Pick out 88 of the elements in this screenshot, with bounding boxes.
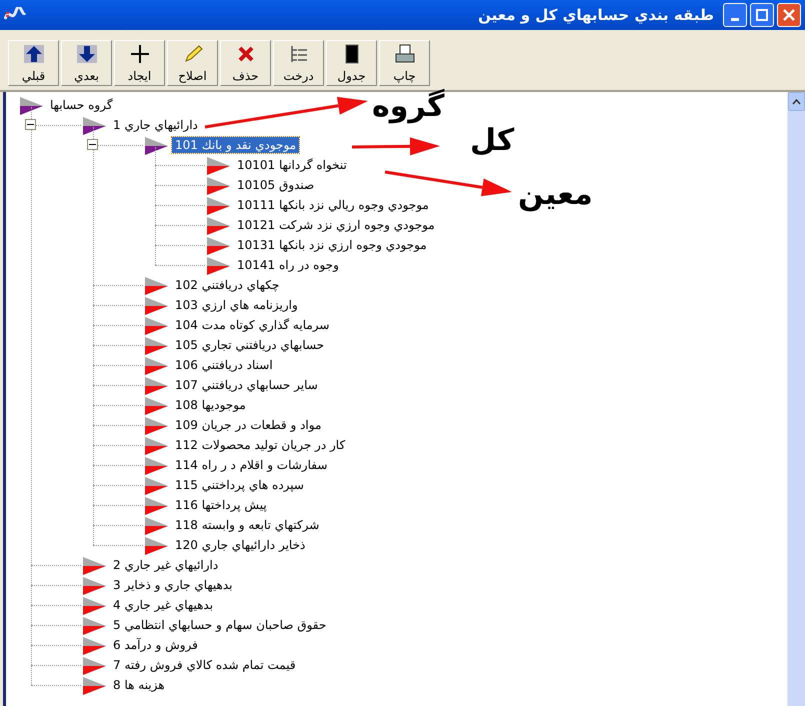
caret-up-icon — [792, 98, 801, 104]
flag-icon — [18, 95, 44, 115]
toolbar-button[interactable]: بعدي — [61, 40, 112, 86]
flag-icon — [81, 635, 107, 655]
flag-icon — [81, 655, 107, 675]
tree-item[interactable]: موجودي نقد و بانك 101 — [172, 137, 300, 153]
flag-icon — [205, 255, 231, 275]
tree-item[interactable]: مواد و قطعات در جريان 109 — [172, 417, 324, 433]
tree-item[interactable]: حسابهاي دريافتني تجاري 105 — [172, 337, 328, 353]
flag-icon — [81, 595, 107, 615]
flag-icon — [81, 115, 107, 135]
plus-icon — [128, 44, 150, 64]
flag-icon — [205, 195, 231, 215]
tree-item[interactable]: گروه حسابها — [47, 97, 116, 113]
tree-item[interactable]: چكهاي دريافتني 102 — [172, 277, 282, 293]
collapse-toggle[interactable] — [25, 119, 36, 130]
flag-icon — [143, 395, 169, 415]
toolbar-button[interactable]: جدول — [326, 40, 377, 86]
maximize-icon — [756, 9, 768, 21]
toolbar-button[interactable]: درخت — [273, 40, 324, 86]
tree-item[interactable]: قيمت تمام شده كالاي فروش رفته 7 — [110, 657, 299, 673]
tree-item[interactable]: دارائيهاي غير جاري 2 — [110, 557, 222, 573]
tree-item[interactable]: اسناد دريافتني 106 — [172, 357, 276, 373]
toolbar-button[interactable]: حذف — [220, 40, 271, 86]
flag-icon — [143, 455, 169, 475]
scroll-up-button[interactable] — [788, 92, 805, 111]
flag-icon — [143, 415, 169, 435]
flag-icon — [205, 235, 231, 255]
toolbar-button[interactable]: اصلاح — [167, 40, 218, 86]
flag-icon — [81, 575, 107, 595]
window-title: طبقه بندي حسابهاي كل و معين — [478, 6, 715, 24]
flag-icon — [143, 375, 169, 395]
flag-icon — [205, 215, 231, 235]
maximize-button[interactable] — [750, 3, 774, 27]
close-button[interactable] — [777, 3, 801, 27]
tree-item[interactable]: سفارشات و اقلام د ر راه 114 — [172, 457, 330, 473]
flag-icon — [143, 495, 169, 515]
tree-item[interactable]: موجودي وجوه ريالي نزد بانكها 10111 — [234, 197, 432, 213]
tree-item[interactable]: شركتهاي تابعه و وابسته 118 — [172, 517, 322, 533]
toolbar-button[interactable]: قبلي — [8, 40, 59, 86]
tree-item[interactable]: موجوديها 108 — [172, 397, 249, 413]
flag-icon — [143, 275, 169, 295]
flag-icon — [205, 155, 231, 175]
flag-icon — [143, 355, 169, 375]
tree-item[interactable]: بدهيهاي جاري و ذخاير 3 — [110, 577, 236, 593]
flag-icon — [205, 175, 231, 195]
annotation-label: معين — [518, 180, 593, 210]
minus-icon — [89, 141, 96, 148]
flag-icon — [143, 315, 169, 335]
close-icon — [783, 9, 795, 21]
tree-item[interactable]: موجودي وجوه ارزي نزد شركت 10121 — [234, 217, 438, 233]
flag-icon — [143, 135, 169, 155]
tree-item[interactable]: سرمايه گذاري كوتاه مدت 104 — [172, 317, 332, 333]
tree-item[interactable]: ساير حسابهاي دريافتني 107 — [172, 377, 321, 393]
tree-item[interactable]: وجوه در راه 10141 — [234, 257, 342, 273]
tree-item[interactable]: ذخاير دارائيهاي جاري 120 — [172, 537, 308, 553]
flag-icon — [81, 675, 107, 695]
flag-icon — [81, 615, 107, 635]
tree-item[interactable]: واريزنامه هاي ارزي 103 — [172, 297, 301, 313]
arrow-down-icon — [76, 44, 98, 64]
flag-icon — [143, 515, 169, 535]
tree-item[interactable]: هزينه ها 8 — [110, 677, 168, 693]
minus-icon — [27, 121, 34, 128]
tree-item[interactable]: تنخواه گردانها 10101 — [234, 157, 350, 173]
tree-item[interactable]: كار در جريان توليد محصولات 112 — [172, 437, 348, 453]
tree-item[interactable]: بدهيهاي غير جاري 4 — [110, 597, 216, 613]
printer-icon — [394, 44, 416, 64]
tree-item[interactable]: سپرده هاي پرداختني 115 — [172, 477, 307, 493]
tree-item[interactable]: فروش و درآمد 6 — [110, 637, 201, 653]
tree-item[interactable]: پيش پرداختها 116 — [172, 497, 270, 513]
flag-icon — [143, 295, 169, 315]
scrollbar[interactable] — [787, 92, 805, 706]
minimize-icon — [731, 18, 739, 20]
arrow-up-icon — [22, 44, 44, 64]
tree-item[interactable]: حقوق صاحبان سهام و حسابهاي انتظامي 5 — [110, 617, 330, 633]
flag-icon — [143, 335, 169, 355]
tree-item[interactable]: صندوق 10105 — [234, 177, 318, 193]
tree-item[interactable]: موجودي وجوه ارزي نزد بانكها 10131 — [234, 237, 430, 253]
minimize-button[interactable] — [723, 3, 747, 27]
flag-icon — [143, 535, 169, 555]
toolbar-button[interactable]: ايجاد — [114, 40, 165, 86]
toolbar-button[interactable]: چاپ — [379, 40, 430, 86]
flag-icon — [81, 555, 107, 575]
collapse-toggle[interactable] — [87, 139, 98, 150]
tree-item[interactable]: دارائيهاي جاري 1 — [110, 117, 201, 133]
annotation-label: کل — [470, 126, 514, 156]
flag-icon — [143, 435, 169, 455]
flag-icon — [143, 475, 169, 495]
